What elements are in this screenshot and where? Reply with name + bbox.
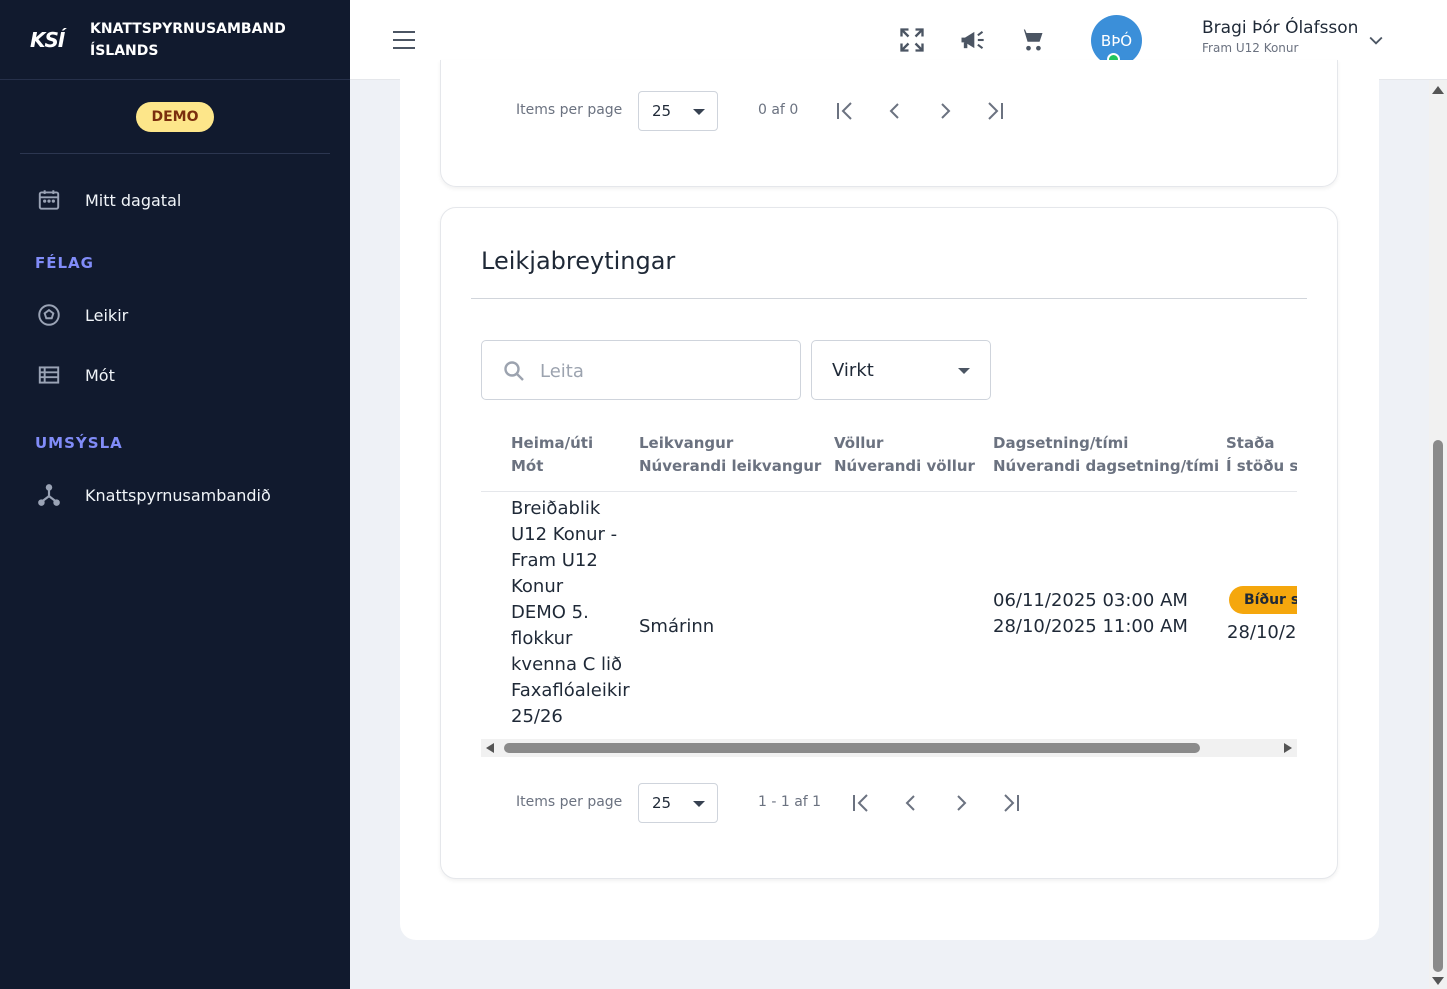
ksi-logo: KSÍ [30,27,65,52]
fullscreen-icon[interactable] [898,26,926,54]
brand-header[interactable]: KSÍ KNATTSPYRNUSAMBAND ÍSLANDS [0,0,350,80]
items-per-page-select[interactable]: 25 [638,783,718,823]
items-per-page-value: 25 [652,794,672,812]
last-page-icon[interactable] [999,791,1023,815]
scrollbar-thumb[interactable] [1433,440,1443,972]
caret-down-icon [958,368,970,374]
vertical-scrollbar[interactable] [1429,80,1447,989]
sidebar-item-tournaments[interactable]: Mót [35,361,115,389]
items-per-page-select[interactable]: 25 [638,91,718,131]
hierarchy-icon [35,481,63,509]
column-header-home-away[interactable]: Heima/úti Mót [511,432,593,478]
game-changes-table: Heima/úti Mót Leikvangur Núverandi leikv… [481,420,1297,740]
status-badge: Bíður sa [1229,586,1297,614]
section-heading-admin: UMSÝSLA [35,434,123,452]
sidebar-item-federation[interactable]: Knattspyrnusambandið [35,481,271,509]
search-field[interactable] [481,340,801,400]
calendar-icon [35,186,63,214]
column-header-line: Mót [511,457,544,475]
items-per-page-value: 25 [652,102,672,120]
column-header-line: Núverandi leikvangur [639,457,822,475]
column-header-line: Heima/úti [511,434,594,452]
column-header-line: Leikvangur [639,434,734,452]
match-teams: Breiðablik U12 Konur - Fram U12 Konur [511,498,618,597]
caret-down-icon [693,109,705,115]
previous-page-icon[interactable] [899,791,923,815]
scrollbar-thumb[interactable] [504,743,1200,753]
sidebar-item-games[interactable]: Leikir [35,301,128,329]
sidebar-item-calendar[interactable]: Mitt dagatal [35,186,181,214]
sidebar-item-label: Leikir [85,305,129,325]
page-range: 0 af 0 [758,102,799,118]
previous-page-icon[interactable] [883,99,907,123]
column-header-venue[interactable]: Leikvangur Núverandi leikvangur [639,432,821,478]
caret-down-icon [693,801,705,807]
scroll-down-arrow[interactable] [1432,977,1444,985]
first-page-icon[interactable] [849,791,873,815]
scroll-left-arrow[interactable] [486,743,494,753]
user-team: Fram U12 Konur [1202,41,1299,55]
menu-icon[interactable] [392,28,416,52]
column-header-line: Dagsetning/tími [993,434,1129,452]
current-datetime: 28/10/2025 11:00 AM [993,616,1188,637]
last-page-icon[interactable] [983,99,1007,123]
demo-area: DEMO [20,80,330,154]
megaphone-icon[interactable] [958,26,986,54]
scroll-up-arrow[interactable] [1432,86,1444,94]
column-header-line: Núverandi völlur [834,457,975,475]
soccer-ball-icon [35,301,63,329]
items-per-page-label: Items per page [516,794,623,810]
sidebar-item-label: Mitt dagatal [85,190,182,210]
column-header-datetime[interactable]: Dagsetning/tími Núverandi dagsetning/tím… [993,432,1219,478]
divider [471,298,1307,299]
user-name[interactable]: Bragi Þór Ólafsson [1202,18,1358,38]
column-header-line: Í stöðu síð [1226,457,1297,475]
column-header-field[interactable]: Völlur Núverandi völlur [834,432,975,478]
cell-home-away: Breiðablik U12 Konur - Fram U12 Konur DE… [511,496,630,730]
tournament-name: DEMO 5. flokkur kvenna C lið Faxaflóalei… [511,602,630,727]
header-divider [481,491,1297,492]
brand-name: KNATTSPYRNUSAMBAND ÍSLANDS [90,20,286,59]
sidebar-item-label: Mót [85,365,115,385]
status-filter-value: Virkt [832,359,874,381]
next-page-icon[interactable] [933,99,957,123]
search-icon [502,359,526,383]
sidebar-item-label: Knattspyrnusambandið [85,485,271,505]
section-title: Leikjabreytingar [481,247,676,275]
cell-datetime: 06/11/2025 03:00 AM 28/10/2025 11:00 AM [993,588,1188,640]
demo-badge: DEMO [136,101,214,132]
search-input[interactable] [540,351,780,391]
scroll-right-arrow[interactable] [1284,743,1292,753]
column-header-line: Völlur [834,434,884,452]
cell-status-date: 28/10/20 [1227,622,1297,643]
next-page-icon[interactable] [949,791,973,815]
previous-table-card [440,60,1338,187]
column-header-status[interactable]: Staða Í stöðu síð [1226,432,1297,478]
section-heading-club: FÉLAG [35,254,94,272]
cell-venue: Smárinn [639,616,715,637]
column-header-line: Staða [1226,434,1275,452]
table-list-icon [35,361,63,389]
status-filter-select[interactable]: Virkt [811,340,991,400]
column-header-line: Núverandi dagsetning/tími [993,457,1220,475]
items-per-page-label: Items per page [516,102,623,118]
cart-icon[interactable] [1018,26,1046,54]
page-range: 1 - 1 af 1 [758,794,822,810]
scheduled-datetime: 06/11/2025 03:00 AM [993,590,1188,611]
horizontal-scrollbar[interactable] [481,739,1297,757]
first-page-icon[interactable] [833,99,857,123]
sidebar: KSÍ KNATTSPYRNUSAMBAND ÍSLANDS DEMO Mitt… [0,0,350,989]
chevron-down-icon[interactable] [1366,30,1386,50]
